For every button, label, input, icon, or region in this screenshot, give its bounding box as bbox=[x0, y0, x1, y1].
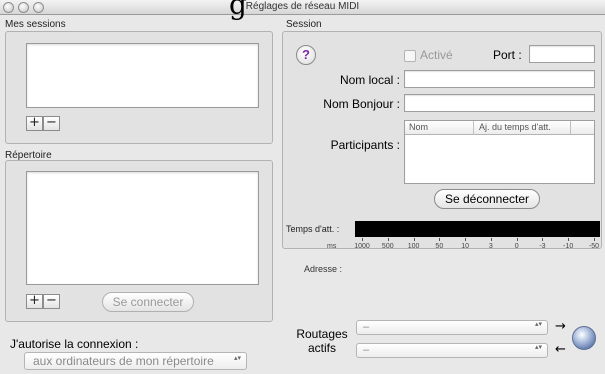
column-latency-header[interactable]: Aj. du temps d'att. bbox=[479, 122, 551, 132]
latency-tick-label: 3 bbox=[488, 243, 493, 250]
latency-tick-label: 0 bbox=[514, 243, 519, 250]
latency-scale: 1000 500 100 50 10 3 0 -3 -10 -50 bbox=[354, 243, 600, 253]
active-routings-label-line2: actifs bbox=[307, 341, 336, 355]
latency-label: Temps d'att. : bbox=[286, 224, 340, 234]
latency-tick-label: 50 bbox=[435, 243, 444, 250]
add-session-button[interactable]: + bbox=[26, 116, 43, 131]
column-name-header[interactable]: Nom bbox=[409, 122, 428, 132]
latency-tick bbox=[439, 238, 441, 241]
network-globe-icon bbox=[572, 326, 596, 350]
disconnect-button[interactable]: Se déconnecter bbox=[434, 189, 540, 209]
column-separator bbox=[473, 121, 474, 135]
select-stepper-icon: ▴▾ bbox=[534, 343, 543, 351]
latency-tick bbox=[362, 238, 363, 241]
latency-tick bbox=[465, 238, 467, 241]
connect-button[interactable]: Se connecter bbox=[102, 292, 194, 312]
routing-input-value: – bbox=[363, 344, 370, 356]
local-name-field[interactable] bbox=[404, 70, 595, 88]
arrow-right-icon: → bbox=[555, 319, 566, 334]
directory-list[interactable] bbox=[26, 171, 259, 285]
session-section-label: Session bbox=[286, 19, 322, 30]
participants-label: Participants : bbox=[330, 138, 400, 152]
latency-tick-label: 10 bbox=[461, 243, 469, 250]
select-stepper-icon: ▴▾ bbox=[233, 354, 242, 362]
column-separator bbox=[570, 121, 571, 135]
latency-tick bbox=[594, 238, 595, 241]
participants-table-header: Nom Aj. du temps d'att. bbox=[405, 121, 594, 135]
latency-tick bbox=[516, 238, 518, 241]
latency-tick-label: 500 bbox=[381, 243, 394, 250]
allow-connection-select[interactable]: aux ordinateurs de mon répertoire ▴▾ bbox=[24, 352, 247, 370]
local-name-label: Nom local : bbox=[339, 73, 400, 87]
add-directory-button[interactable]: + bbox=[26, 294, 43, 309]
enabled-label: Activé bbox=[420, 48, 453, 62]
latency-tick bbox=[387, 238, 389, 241]
latency-tick-label: -10 bbox=[563, 243, 574, 250]
latency-tick-label: -3 bbox=[539, 243, 546, 250]
latency-tick-label: 1000 bbox=[354, 243, 370, 250]
remove-directory-button[interactable]: − bbox=[43, 294, 60, 309]
select-stepper-icon: ▴▾ bbox=[534, 320, 543, 328]
address-label: Adresse : bbox=[304, 264, 343, 274]
port-label: Port : bbox=[493, 48, 522, 62]
my-sessions-label: Mes sessions bbox=[5, 19, 66, 30]
help-icon[interactable]: ? bbox=[296, 45, 316, 65]
latency-tick-label: 100 bbox=[407, 243, 420, 250]
latency-tick bbox=[490, 238, 492, 241]
bonjour-name-label: Nom Bonjour : bbox=[323, 97, 400, 111]
participants-table[interactable]: Nom Aj. du temps d'att. bbox=[404, 120, 595, 184]
allow-connection-label: J'autorise la connexion : bbox=[10, 337, 139, 351]
active-routings-label: Routages actifs bbox=[292, 327, 352, 355]
latency-meter bbox=[355, 221, 600, 237]
title-overlay-glyph: g bbox=[229, 0, 247, 21]
latency-tick bbox=[568, 238, 570, 241]
routing-output-select[interactable]: – ▴▾ bbox=[356, 320, 548, 335]
latency-tick-label: -50 bbox=[588, 243, 600, 250]
latency-tick-marks bbox=[355, 238, 600, 242]
latency-tick bbox=[542, 238, 544, 241]
sessions-list[interactable] bbox=[26, 43, 259, 108]
active-routings-label-line1: Routages bbox=[296, 327, 348, 341]
bonjour-name-field[interactable] bbox=[404, 94, 595, 112]
latency-unit: ms bbox=[327, 243, 337, 250]
arrow-left-icon: ← bbox=[555, 342, 566, 357]
routing-output-value: – bbox=[363, 321, 370, 333]
routing-input-select[interactable]: – ▴▾ bbox=[356, 343, 548, 358]
window-title: Réglages de réseau MIDI bbox=[245, 1, 360, 12]
allow-connection-value: aux ordinateurs de mon répertoire bbox=[33, 354, 214, 368]
enabled-checkbox[interactable] bbox=[404, 50, 416, 62]
port-field[interactable] bbox=[529, 45, 595, 63]
latency-tick bbox=[413, 238, 415, 241]
remove-session-button[interactable]: − bbox=[43, 116, 60, 131]
